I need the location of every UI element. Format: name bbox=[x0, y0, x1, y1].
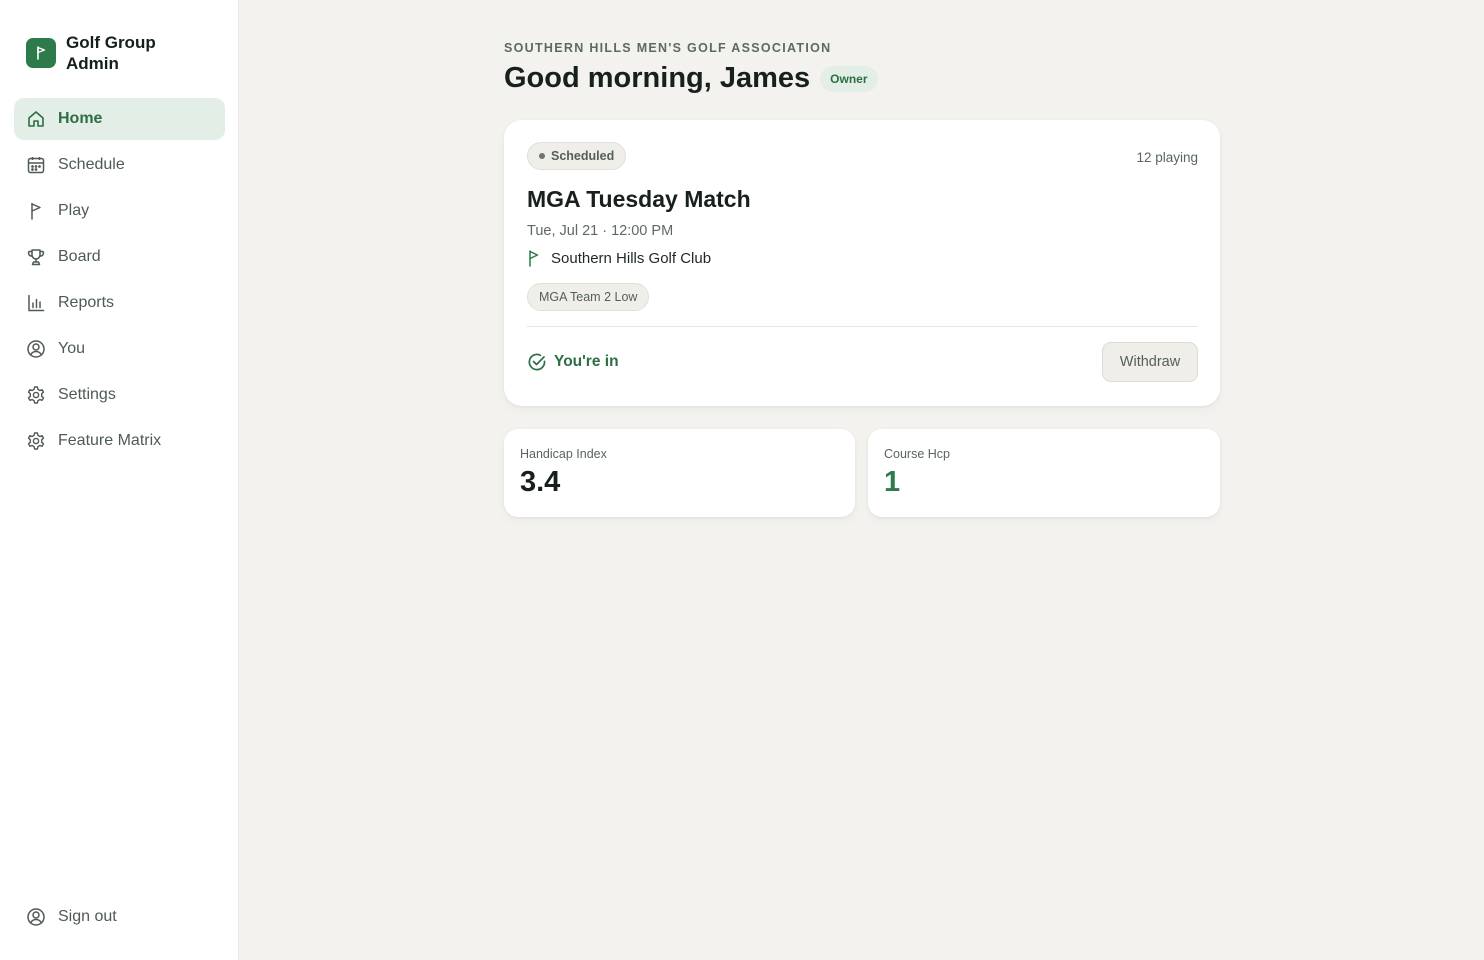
trophy-icon bbox=[26, 247, 46, 267]
brand[interactable]: Golf Group Admin bbox=[26, 32, 176, 74]
role-badge: Owner bbox=[820, 65, 878, 92]
stat-value: 3.4 bbox=[520, 466, 561, 498]
calendar-icon bbox=[26, 155, 46, 175]
sidebar-item-label: You bbox=[58, 340, 85, 357]
rsvp-status: You're in bbox=[527, 352, 619, 372]
sidebar-item-reports[interactable]: Reports bbox=[14, 282, 225, 324]
withdraw-button[interactable]: Withdraw bbox=[1102, 342, 1198, 382]
status-text: Scheduled bbox=[551, 149, 615, 163]
sidebar-item-label: Play bbox=[58, 202, 90, 219]
event-datetime: Tue, Jul 21 · 12:00 PM bbox=[527, 223, 674, 239]
sidebar: Golf Group Admin Home Schedule Play Boar… bbox=[0, 0, 239, 960]
sidebar-item-settings[interactable]: Settings bbox=[14, 374, 225, 416]
sidebar-item-you[interactable]: You bbox=[14, 328, 225, 370]
player-count: 12 playing bbox=[1136, 150, 1198, 165]
sidebar-item-label: Schedule bbox=[58, 156, 125, 173]
sign-out-label: Sign out bbox=[58, 908, 117, 925]
sidebar-item-label: Reports bbox=[58, 294, 115, 311]
format-badge: MGA Team 2 Low bbox=[527, 283, 650, 311]
sign-out-button[interactable]: Sign out bbox=[14, 896, 225, 938]
sidebar-item-play[interactable]: Play bbox=[14, 190, 225, 232]
org-name: SOUTHERN HILLS MEN'S GOLF ASSOCIATION bbox=[504, 41, 832, 55]
stat-card-handicap-index: Handicap Index 3.4 bbox=[504, 429, 855, 517]
gear-icon bbox=[26, 385, 46, 405]
sidebar-nav: Home Schedule Play Board Reports You Set… bbox=[14, 98, 225, 466]
sidebar-item-board[interactable]: Board bbox=[14, 236, 225, 278]
sidebar-item-schedule[interactable]: Schedule bbox=[14, 144, 225, 186]
event-title: MGA Tuesday Match bbox=[527, 186, 751, 212]
status-dot bbox=[539, 153, 545, 159]
event-course-name: Southern Hills Golf Club bbox=[551, 249, 712, 267]
flag-icon bbox=[527, 249, 543, 267]
gear-icon bbox=[26, 431, 46, 451]
stat-label: Course Hcp bbox=[884, 447, 950, 461]
divider bbox=[527, 326, 1198, 327]
flag-icon bbox=[26, 201, 46, 221]
user-circle-icon bbox=[26, 907, 46, 927]
sidebar-item-feature-matrix[interactable]: Feature Matrix bbox=[14, 420, 225, 462]
stat-card-course-hcp: Course Hcp 1 bbox=[868, 429, 1220, 517]
stat-label: Handicap Index bbox=[520, 447, 607, 461]
event-course: Southern Hills Golf Club bbox=[527, 249, 711, 267]
sidebar-item-label: Board bbox=[58, 248, 101, 265]
brand-name: Golf Group Admin bbox=[66, 33, 156, 73]
user-circle-icon bbox=[26, 339, 46, 359]
stat-value: 1 bbox=[884, 466, 901, 498]
sidebar-item-label: Feature Matrix bbox=[58, 432, 162, 449]
rsvp-text: You're in bbox=[554, 353, 619, 370]
event-card[interactable]: Scheduled 12 playing MGA Tuesday Match T… bbox=[504, 120, 1220, 406]
sidebar-item-label: Settings bbox=[58, 386, 116, 403]
page-title: Good morning, James bbox=[504, 62, 811, 94]
flag-icon bbox=[26, 38, 56, 68]
status-badge: Scheduled bbox=[527, 142, 627, 170]
bar-chart-icon bbox=[26, 293, 46, 313]
signout-container: Sign out bbox=[14, 896, 225, 942]
greeting-row: Good morning, James Owner bbox=[504, 62, 878, 95]
home-icon bbox=[26, 109, 46, 129]
sidebar-item-home[interactable]: Home bbox=[14, 98, 225, 140]
check-circle-icon bbox=[528, 353, 546, 371]
sidebar-item-label: Home bbox=[58, 110, 103, 127]
